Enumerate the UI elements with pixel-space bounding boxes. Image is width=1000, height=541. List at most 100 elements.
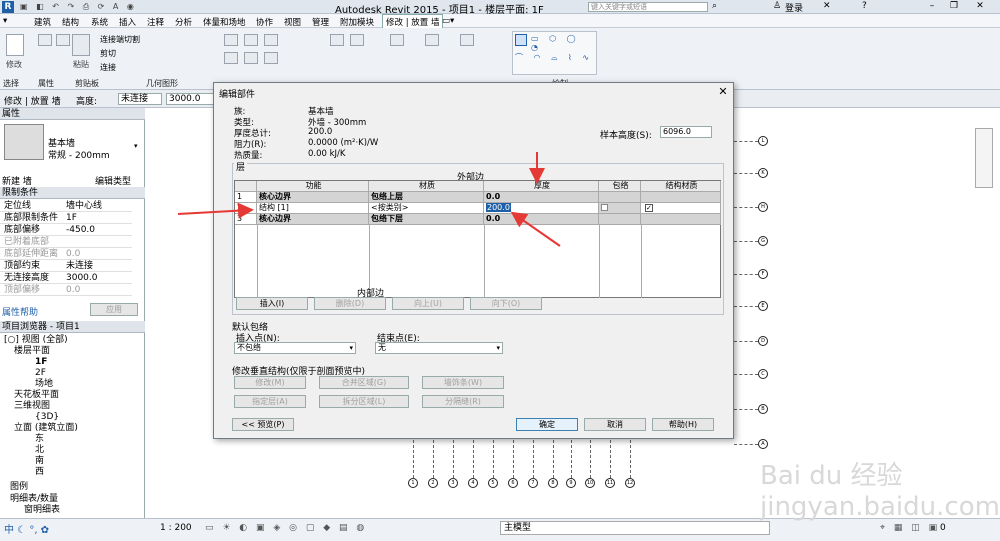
merge-regions-button[interactable]: 合并区域(G) <box>319 376 409 389</box>
tab-view[interactable]: 视图 <box>284 16 301 28</box>
cell-thickness[interactable]: 0.0 <box>484 192 599 203</box>
copy-icon[interactable] <box>244 52 258 64</box>
ime-toolbar[interactable]: 中 ☾ °, ✿ <box>4 521 49 536</box>
tab-insert[interactable]: 插入 <box>119 16 136 28</box>
height-dropdown[interactable]: 未连接 <box>118 93 162 105</box>
tab-annotate[interactable]: 注释 <box>147 16 164 28</box>
end-point-dropdown[interactable]: 无 ▾ <box>375 342 503 354</box>
grid-bubble[interactable]: L <box>758 136 768 146</box>
selection-filter-icons[interactable]: ⌖ ▦ ◫ ▣ <box>880 523 940 533</box>
sample-height-field[interactable]: 6096.0 <box>660 126 712 138</box>
mirror-icon[interactable] <box>264 34 278 46</box>
prop-row[interactable]: 底部偏移 -450.0 <box>0 224 132 236</box>
trim-icon[interactable] <box>330 34 344 46</box>
help-button[interactable]: 帮助(H) <box>652 418 714 431</box>
search-input[interactable]: 键入关键字或短语 <box>588 2 708 12</box>
cell-material[interactable]: <按类别> <box>369 203 484 214</box>
tab-manage[interactable]: 管理 <box>312 16 329 28</box>
thickness-input[interactable]: 200.0 <box>486 203 511 212</box>
delete-layer-button[interactable]: 删除(D) <box>314 297 386 310</box>
properties-icon[interactable] <box>38 34 52 46</box>
preview-button[interactable]: << 预览(P) <box>232 418 294 431</box>
type-sub[interactable]: 常规 - 200mm <box>48 148 110 161</box>
cell-material[interactable]: 包络上层 <box>369 192 484 203</box>
row-index[interactable]: 2 <box>235 203 257 214</box>
tab-massing[interactable]: 体量和场地 <box>203 16 246 28</box>
ok-button[interactable]: 确定 <box>516 418 578 431</box>
wraps-checkbox[interactable] <box>601 204 608 211</box>
grid-bubble[interactable]: 8 <box>548 478 558 488</box>
grid-bubble[interactable]: A <box>758 439 768 449</box>
properties-help-link[interactable]: 属性帮助 <box>2 305 38 318</box>
close-button[interactable]: ✕ <box>972 1 988 12</box>
chevron-down-icon[interactable]: ▾ <box>496 343 500 353</box>
tab-addins[interactable]: 附加模块 <box>340 16 374 28</box>
cell-function[interactable]: 核心边界 <box>257 214 369 225</box>
grid-bubble[interactable]: 10 <box>585 478 595 488</box>
prop-row[interactable]: 顶部约束 未连接 <box>0 260 132 272</box>
user-icon[interactable]: ♙ <box>773 1 781 11</box>
new-wall-dropdown[interactable]: 新建 墙 <box>2 174 32 187</box>
grid-bubble[interactable]: 9 <box>566 478 576 488</box>
tree-3d[interactable]: {3D} <box>35 412 59 423</box>
constraints-section[interactable]: 限制条件 <box>0 187 145 199</box>
tree-3d-views[interactable]: 三维视图 <box>14 401 50 412</box>
search-icon[interactable]: ⌕ <box>712 1 717 11</box>
grid-bubble[interactable]: H <box>758 202 768 212</box>
tab-architecture[interactable]: 建筑 <box>34 16 51 28</box>
tree-legends[interactable]: 图例 <box>10 482 28 493</box>
tree-2f[interactable]: 2F <box>35 368 46 379</box>
move-up-button[interactable]: 向上(U) <box>392 297 464 310</box>
grid-bubble[interactable]: F <box>758 269 768 279</box>
cell-structural[interactable]: ✓ <box>641 203 721 214</box>
tab-systems[interactable]: 系统 <box>91 16 108 28</box>
modify-icon[interactable] <box>6 34 24 56</box>
prop-row[interactable]: 无连接高度 3000.0 <box>0 272 132 284</box>
grid-bubble[interactable]: G <box>758 236 768 246</box>
tree-window-schedule[interactable]: 窗明细表 <box>24 505 60 516</box>
type-dropdown-icon[interactable]: ▾ <box>134 142 138 150</box>
chevron-down-icon[interactable]: ▾ <box>349 343 353 353</box>
tree-site[interactable]: 场地 <box>35 379 53 390</box>
row-index[interactable]: 1 <box>235 192 257 203</box>
connect-cut-button[interactable]: 连接端切割 <box>100 34 140 45</box>
cart-icon[interactable]: ✕ <box>823 1 831 11</box>
height-value-field[interactable]: 3000.0 <box>166 93 214 105</box>
apply-button[interactable]: 应用 <box>90 303 138 316</box>
split-icon[interactable] <box>350 34 364 46</box>
tab-collaborate[interactable]: 协作 <box>256 16 273 28</box>
edit-type-button[interactable]: 编辑类型 <box>95 174 131 187</box>
grid-bubble[interactable]: B <box>758 404 768 414</box>
grid-bubble[interactable]: 3 <box>448 478 458 488</box>
row-index[interactable]: 3 <box>235 214 257 225</box>
grid-bubble[interactable]: D <box>758 336 768 346</box>
grid-bubble[interactable]: 6 <box>508 478 518 488</box>
modify-button[interactable]: 修改(M) <box>234 376 306 389</box>
join-button[interactable]: 连接 <box>100 62 116 73</box>
tree-ceiling-plans[interactable]: 天花板平面 <box>14 390 59 401</box>
move-icon[interactable] <box>224 52 238 64</box>
cell-function[interactable]: 结构 [1] <box>257 203 369 214</box>
grid-bubble[interactable]: 4 <box>468 478 478 488</box>
paste-icon[interactable] <box>72 34 90 56</box>
tree-north[interactable]: 北 <box>35 445 44 456</box>
minimize-button[interactable]: – <box>924 1 940 12</box>
ribbon-toggle-icon[interactable]: ▭▾ <box>442 16 454 26</box>
cancel-button[interactable]: 取消 <box>584 418 646 431</box>
cut-button[interactable]: 剪切 <box>100 48 116 59</box>
type-properties-icon[interactable] <box>56 34 70 46</box>
cell-wraps[interactable] <box>599 203 641 214</box>
workset-dropdown[interactable]: 主模型 <box>500 521 770 535</box>
tree-west[interactable]: 西 <box>35 467 44 478</box>
create-icon[interactable] <box>460 34 474 46</box>
tree-floor-plans[interactable]: 楼层平面 <box>14 346 50 357</box>
sweeps-button[interactable]: 墙饰条(W) <box>422 376 504 389</box>
tab-structure[interactable]: 结构 <box>62 16 79 28</box>
grid-bubble[interactable]: 12 <box>625 478 635 488</box>
cell-material[interactable]: 包络下层 <box>369 214 484 225</box>
prop-row[interactable]: 底部限制条件 1F <box>0 212 132 224</box>
line-draw-icon[interactable] <box>515 34 527 46</box>
tree-1f[interactable]: 1F <box>35 357 47 368</box>
tree-elevations[interactable]: 立面 (建筑立面) <box>14 423 78 434</box>
offset-icon[interactable] <box>244 34 258 46</box>
